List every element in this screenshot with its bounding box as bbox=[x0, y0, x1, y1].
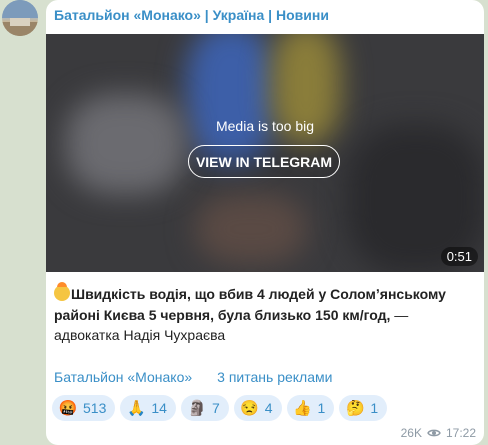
channel-avatar[interactable] bbox=[2, 0, 38, 36]
message-meta: 26K 17:22 bbox=[401, 426, 476, 440]
reaction-pray[interactable]: 🙏 14 bbox=[120, 395, 176, 421]
media-blur-skin bbox=[196, 194, 306, 264]
reaction-thumbs-up[interactable]: 👍 1 bbox=[286, 395, 335, 421]
reaction-count: 1 bbox=[370, 400, 379, 416]
post-time: 17:22 bbox=[445, 426, 476, 440]
channel-link[interactable]: Батальйон «Монако» bbox=[54, 369, 192, 385]
avatar-sky bbox=[2, 0, 38, 18]
post-bold-text: Швидкість водія, що вбив 4 людей у Солом… bbox=[54, 286, 446, 323]
eye-icon bbox=[427, 429, 441, 437]
reaction-count: 14 bbox=[151, 400, 167, 416]
channel-title[interactable]: Батальйон «Монако» | Україна | Новини bbox=[54, 7, 329, 23]
post-text: Швидкість водія, що вбив 4 людей у Солом… bbox=[54, 282, 476, 346]
media-blur-light bbox=[66, 94, 186, 194]
video-duration: 0:51 bbox=[440, 247, 478, 266]
ads-link[interactable]: 3 питань реклами bbox=[217, 369, 332, 385]
reaction-thinking[interactable]: 🤔 1 bbox=[339, 395, 388, 421]
media-too-big-label: Media is too big bbox=[215, 118, 315, 134]
moai-icon: 🗿 bbox=[187, 400, 207, 417]
reaction-moai[interactable]: 🗿 7 bbox=[180, 395, 229, 421]
reaction-angry[interactable]: 🤬 513 bbox=[52, 395, 116, 421]
reaction-count: 7 bbox=[211, 400, 220, 416]
view-in-telegram-button[interactable]: VIEW IN TELEGRAM bbox=[188, 145, 340, 178]
exploding-head-icon bbox=[54, 282, 70, 301]
reaction-count: 513 bbox=[83, 400, 107, 416]
praying-hands-icon: 🙏 bbox=[127, 400, 146, 417]
thumbs-up-icon: 👍 bbox=[293, 400, 312, 417]
reaction-count: 1 bbox=[317, 400, 326, 416]
reaction-unamused[interactable]: 😒 4 bbox=[233, 395, 282, 421]
post-links: Батальйон «Монако» 3 питань реклами bbox=[54, 369, 332, 385]
view-count: 26K bbox=[400, 426, 422, 440]
thinking-face-icon: 🤔 bbox=[345, 400, 365, 417]
angry-face-icon: 🤬 bbox=[58, 400, 78, 417]
reactions-bar: 🤬 513 🙏 14 🗿 7 😒 4 👍 1 🤔 1 bbox=[52, 395, 388, 421]
reaction-count: 4 bbox=[264, 400, 273, 416]
unamused-face-icon: 😒 bbox=[240, 400, 260, 417]
avatar-building bbox=[10, 18, 30, 26]
message-bubble: Батальйон «Монако» | Україна | Новини Me… bbox=[46, 0, 484, 445]
media-preview[interactable]: Media is too big VIEW IN TELEGRAM 0:51 bbox=[46, 34, 484, 272]
